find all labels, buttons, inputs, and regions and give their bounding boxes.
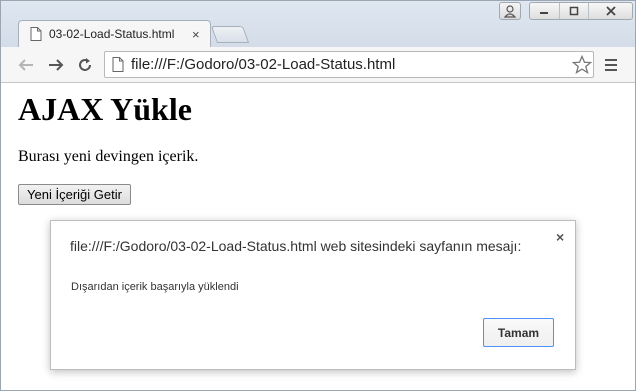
maximize-button[interactable] [560, 3, 590, 19]
page-icon [30, 27, 42, 41]
fetch-content-button[interactable]: Yeni İçeriği Getir [18, 184, 131, 205]
reload-icon [79, 58, 91, 71]
close-window-button[interactable] [589, 3, 632, 19]
reload-button[interactable] [74, 55, 96, 75]
dialog-title: file:///F:/Godoro/03-02-Load-Status.html… [70, 238, 522, 254]
url-text: file:///F:/Godoro/03-02-Load-Status.html [131, 56, 396, 73]
alert-dialog: file:///F:/Godoro/03-02-Load-Status.html… [50, 220, 576, 370]
address-bar[interactable]: file:///F:/Godoro/03-02-Load-Status.html [104, 51, 594, 78]
browser-window: 03-02-Load-Status.html × file:///F:/Godo… [0, 0, 636, 391]
page-paragraph: Burası yeni devingen içerik. [18, 148, 199, 165]
ok-button[interactable]: Tamam [483, 318, 554, 347]
maximize-icon [569, 6, 579, 16]
dialog-message: Dışarıdan içerik başarıyla yüklendi [71, 281, 239, 293]
user-button[interactable] [499, 2, 521, 20]
hamburger-menu-icon[interactable] [601, 55, 621, 75]
minimize-button[interactable] [530, 3, 560, 19]
forward-arrow-icon [49, 59, 64, 71]
back-arrow-icon [18, 59, 33, 71]
new-tab-button[interactable] [210, 26, 250, 43]
page-icon [112, 57, 124, 72]
dialog-close-icon[interactable]: × [556, 229, 564, 245]
back-button[interactable] [15, 55, 37, 75]
star-icon[interactable] [572, 55, 592, 75]
window-controls [529, 2, 633, 20]
minimize-icon [540, 12, 549, 14]
page-heading: AJAX Yükle [18, 91, 192, 127]
title-bar: 03-02-Load-Status.html × [1, 1, 635, 48]
close-icon [605, 6, 616, 16]
forward-button[interactable] [45, 55, 67, 75]
user-icon [503, 5, 517, 18]
tab-close-icon[interactable]: × [192, 27, 200, 42]
tab-title: 03-02-Load-Status.html [49, 27, 175, 41]
browser-tab[interactable]: 03-02-Load-Status.html × [18, 20, 211, 48]
browser-toolbar: file:///F:/Godoro/03-02-Load-Status.html [1, 47, 635, 83]
